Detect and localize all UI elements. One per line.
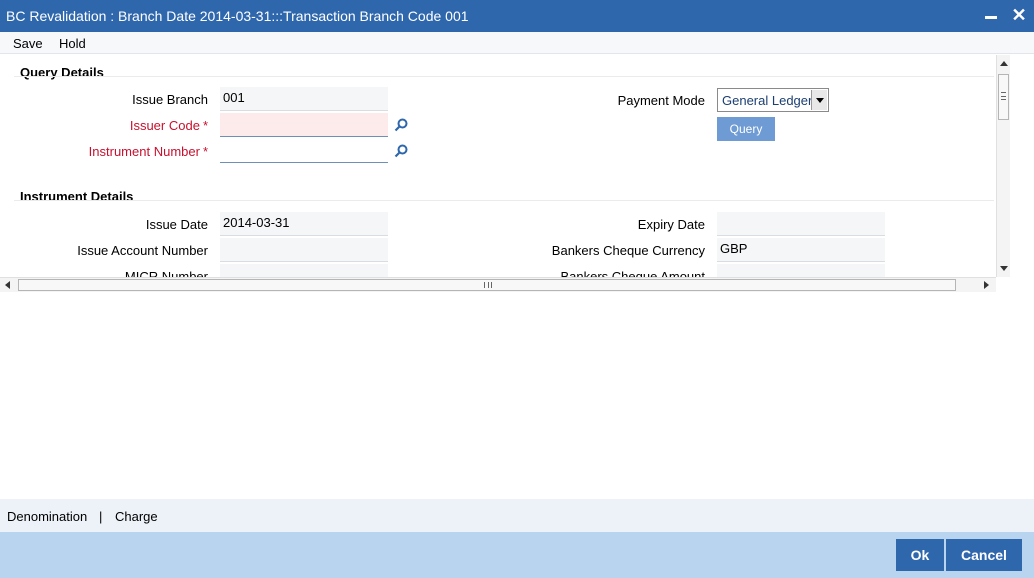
issue-account-number-label: Issue Account Number — [77, 243, 208, 258]
instrument-details-title: Instrument Details — [20, 189, 134, 204]
search-icon[interactable] — [393, 143, 409, 159]
bankers-cheque-amount-label: Bankers Cheque Amount — [560, 269, 705, 277]
query-button[interactable]: Query — [717, 117, 775, 141]
cancel-button[interactable]: Cancel — [946, 539, 1022, 571]
vertical-scroll-thumb[interactable] — [998, 74, 1009, 120]
charge-link[interactable]: Charge — [115, 509, 158, 524]
issue-date-field: 2014-03-31 — [220, 212, 388, 236]
micr-number-field — [220, 264, 388, 277]
expiry-date-label: Expiry Date — [637, 217, 705, 232]
expiry-date-field — [717, 212, 885, 236]
issuer-code-label-text: Issuer Code — [129, 118, 200, 133]
menu-bar: Save Hold — [0, 32, 1034, 54]
minimize-icon[interactable] — [981, 5, 1001, 25]
denomination-link[interactable]: Denomination — [7, 509, 87, 524]
scroll-down-icon[interactable] — [1000, 266, 1008, 271]
instrument-number-label-text: Instrument Number — [88, 144, 200, 159]
issue-branch-label: Issue Branch — [132, 92, 208, 107]
chevron-down-icon[interactable] — [811, 90, 827, 110]
bankers-cheque-currency-label: Bankers Cheque Currency — [551, 243, 705, 258]
button-bar: Ok Cancel — [0, 532, 1034, 578]
ok-button[interactable]: Ok — [896, 539, 944, 571]
issuer-code-input[interactable] — [220, 113, 388, 137]
required-mark: * — [202, 118, 208, 133]
required-mark: * — [202, 144, 208, 159]
vertical-scrollbar[interactable] — [996, 55, 1010, 277]
issue-branch-field: 001 — [220, 87, 388, 111]
bankers-cheque-currency-field: GBP — [717, 238, 885, 262]
window-title: BC Revalidation : Branch Date 2014-03-31… — [6, 8, 469, 24]
issuer-code-label: Issuer Code * — [60, 118, 208, 133]
micr-number-label: MICR Number — [124, 269, 208, 277]
section-divider — [14, 76, 994, 77]
scroll-up-icon[interactable] — [1000, 61, 1008, 66]
query-details-title: Query Details — [20, 65, 104, 80]
issue-account-number-field — [220, 238, 388, 262]
scroll-right-icon[interactable] — [984, 281, 989, 289]
payment-mode-label: Payment Mode — [617, 93, 705, 108]
horizontal-scrollbar[interactable] — [0, 277, 996, 292]
instrument-number-label: Instrument Number * — [40, 144, 208, 159]
horizontal-scroll-thumb[interactable] — [18, 279, 956, 291]
form-content: Query Details Issue Branch 001 Issuer Co… — [0, 55, 996, 277]
scroll-left-icon[interactable] — [5, 281, 10, 289]
payment-mode-select[interactable]: General Ledger — [717, 88, 829, 112]
footer-links-bar: Denomination | Charge — [0, 499, 1034, 532]
section-divider — [14, 200, 994, 201]
close-icon[interactable]: ✕ — [1009, 5, 1029, 25]
payment-mode-value: General Ledger — [722, 93, 813, 108]
title-bar: BC Revalidation : Branch Date 2014-03-31… — [0, 0, 1034, 32]
bankers-cheque-amount-field — [717, 264, 885, 277]
footer-divider: | — [99, 509, 103, 524]
hold-menu[interactable]: Hold — [59, 36, 86, 51]
instrument-number-input[interactable] — [220, 139, 388, 163]
search-icon[interactable] — [393, 117, 409, 133]
save-menu[interactable]: Save — [13, 36, 43, 51]
issue-date-label: Issue Date — [145, 217, 208, 232]
